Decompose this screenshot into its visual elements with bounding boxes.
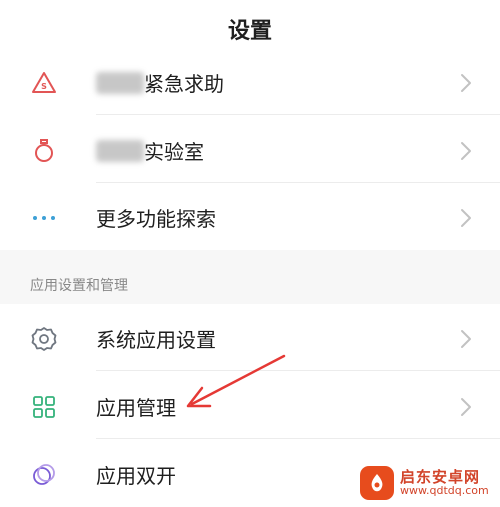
sos-triangle-icon: S [30,69,58,97]
chevron-right-icon [460,329,472,349]
watermark-logo-icon [360,466,394,500]
more-dots-icon [30,204,58,232]
grid-apps-icon [30,393,58,421]
settings-item-label: 实验室 [144,140,204,164]
row-divider [96,438,500,439]
settings-item-label: 更多功能探索 [96,207,216,231]
settings-item-label: 应用管理 [96,396,176,420]
gear-icon [30,325,58,353]
blurred-prefix [96,140,144,162]
settings-item-lab[interactable]: 实验室 [0,117,500,183]
settings-item-label: 紧急求助 [144,72,224,96]
row-divider [96,182,500,183]
page-title: 设置 [227,19,272,44]
chevron-right-icon [460,208,472,228]
settings-item-more-features[interactable]: 更多功能探索 [0,184,500,250]
settings-item-system-app-settings[interactable]: 系统应用设置 [0,305,500,371]
dual-circles-icon [30,461,58,489]
settings-item-label: 系统应用设置 [96,328,216,352]
row-divider [96,370,500,371]
section-header: 应用设置和管理 [0,250,500,304]
site-watermark: 启东安卓网 www.qdtdq.com [360,460,500,506]
svg-text:S: S [41,82,47,91]
section-title: 应用设置和管理 [30,278,128,294]
settings-item-app-management[interactable]: 应用管理 [0,373,500,439]
row-divider [96,114,500,115]
flask-icon [30,137,58,165]
watermark-url: www.qdtdq.com [400,484,489,498]
watermark-name: 启东安卓网 [400,467,481,486]
settings-item-label: 应用双开 [96,464,176,488]
chevron-right-icon [460,141,472,161]
chevron-right-icon [460,73,472,93]
settings-item-emergency-sos[interactable]: S 紧急求助 [0,49,500,115]
chevron-right-icon [460,397,472,417]
blurred-prefix [96,72,144,94]
